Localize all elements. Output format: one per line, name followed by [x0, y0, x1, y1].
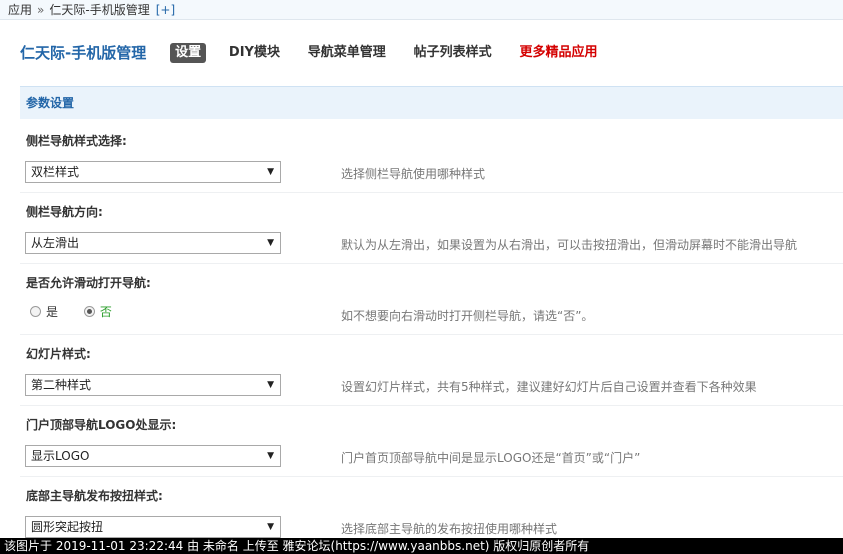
row-divider	[20, 334, 843, 335]
slide-style-hint: 设置幻灯片样式，共有5种样式，建议建好幻灯片后自己设置并查看下各种效果	[341, 380, 757, 394]
portal-logo-select[interactable]: 显示LOGO ▼	[25, 445, 281, 467]
swipe-open-hint: 如不想要向右滑动时打开侧栏导航，请选“否”。	[341, 309, 594, 323]
swipe-open-yes-label[interactable]: 是	[46, 305, 58, 319]
breadcrumb: 应用 » 仁天际-手机版管理 [+]	[0, 0, 843, 20]
chevron-down-icon: ▼	[267, 522, 274, 532]
swipe-open-yes-radio[interactable]	[30, 306, 41, 317]
publish-button-select[interactable]: 圆形突起按扭 ▼	[25, 516, 281, 538]
tab-post-list-style[interactable]: 帖子列表样式	[409, 43, 497, 63]
portal-logo-label: 门户顶部导航LOGO处显示:	[26, 418, 177, 432]
swipe-open-no-radio[interactable]	[83, 306, 95, 317]
slide-style-value: 第二种样式	[31, 378, 92, 392]
chevron-down-icon: ▼	[267, 167, 274, 177]
page-title: 仁天际-手机版管理	[20, 43, 147, 62]
publish-button-hint: 选择底部主导航的发布按扭使用哪种样式	[341, 522, 558, 536]
plugin-header: 仁天际-手机版管理 设置 DIY模块 导航菜单管理 帖子列表样式 更多精品应用	[20, 40, 616, 64]
portal-logo-value: 显示LOGO	[31, 449, 90, 463]
sidebar-style-label: 侧栏导航样式选择:	[26, 134, 127, 148]
publish-button-label: 底部主导航发布按扭样式:	[26, 489, 163, 503]
row-divider	[20, 405, 843, 406]
sidebar-style-value: 双栏样式	[31, 165, 80, 179]
swipe-open-radio-group: 是 否	[30, 304, 134, 319]
section-header: 参数设置	[20, 86, 843, 119]
breadcrumb-root[interactable]: 应用	[8, 3, 32, 17]
breadcrumb-current[interactable]: 仁天际-手机版管理	[49, 3, 149, 17]
swipe-open-label: 是否允许滑动打开导航:	[26, 276, 151, 290]
sidebar-direction-select[interactable]: 从左滑出 ▼	[25, 232, 281, 254]
sidebar-style-select[interactable]: 双栏样式 ▼	[25, 161, 281, 183]
swipe-open-no-label[interactable]: 否	[100, 305, 112, 319]
chevron-down-icon: ▼	[267, 238, 274, 248]
tab-nav-menu[interactable]: 导航菜单管理	[303, 43, 391, 63]
chevron-down-icon: ▼	[267, 380, 274, 390]
portal-logo-hint: 门户首页顶部导航中间是显示LOGO还是“首页”或“门户”	[341, 451, 641, 465]
row-divider	[20, 192, 843, 193]
sidebar-direction-value: 从左滑出	[31, 236, 80, 250]
chevron-down-icon: ▼	[267, 451, 274, 461]
slide-style-label: 幻灯片样式:	[26, 347, 91, 361]
watermark-bar: 该图片于 2019-11-01 23:22:44 由 未命名 上传至 雅安论坛(…	[0, 538, 843, 554]
slide-style-select[interactable]: 第二种样式 ▼	[25, 374, 281, 396]
breadcrumb-separator: »	[37, 3, 45, 17]
sidebar-direction-hint: 默认为从左滑出，如果设置为从右滑出，可以击按扭滑出，但滑动屏幕时不能滑出导航	[341, 238, 798, 252]
add-shortcut-link[interactable]: [+]	[156, 3, 175, 17]
tab-diy-modules[interactable]: DIY模块	[224, 43, 285, 63]
sidebar-direction-label: 侧栏导航方向:	[26, 205, 103, 219]
publish-button-value: 圆形突起按扭	[31, 520, 104, 534]
sidebar-style-hint: 选择侧栏导航使用哪种样式	[341, 167, 486, 181]
tab-more-apps[interactable]: 更多精品应用	[514, 43, 602, 63]
tab-settings[interactable]: 设置	[170, 42, 207, 63]
row-divider	[20, 263, 843, 264]
row-divider	[20, 476, 843, 477]
